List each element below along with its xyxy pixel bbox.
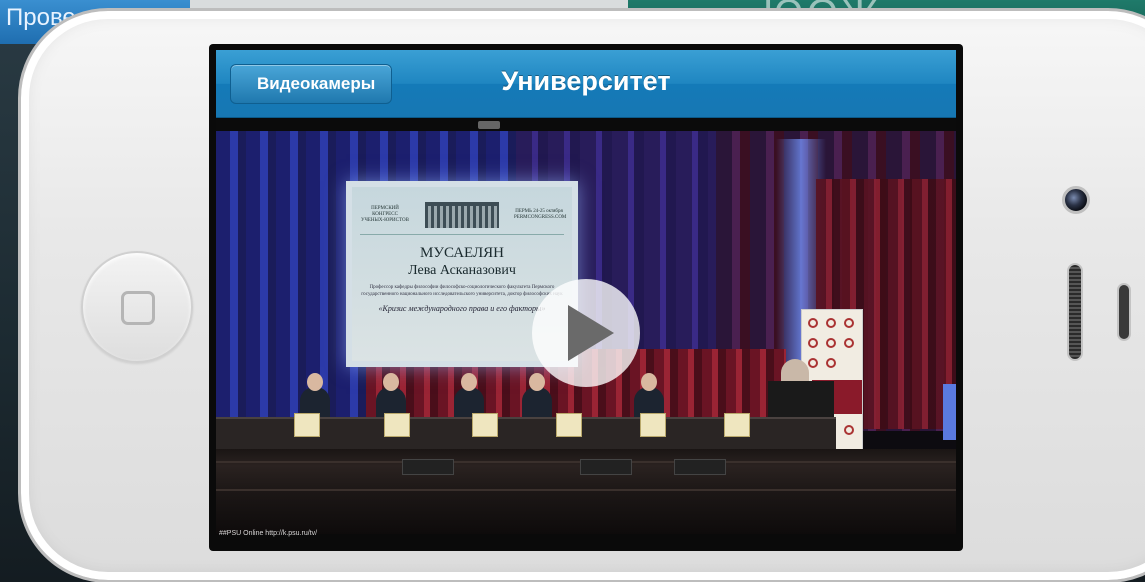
slide-org-right: ПЕРМЬ 24-25 октября PERMCONGRESS.COM [514,208,567,220]
video-caption: ##PSU Online http://k.psu.ru/tv/ [219,530,318,537]
emblem-icon [826,318,836,328]
emblem-icon [826,358,836,368]
proximity-sensor-icon [1117,283,1131,341]
earpiece-speaker-icon [1067,263,1083,361]
side-light [943,384,956,440]
phone-screen: Видеокамеры Университет ПЕРМСКИЙ КОНГРЕС… [209,44,963,551]
slide-given-name: Лева Асканазович [408,263,516,279]
navigation-bar: Видеокамеры Университет [216,50,956,118]
name-card [556,413,582,437]
name-card [640,413,666,437]
building-icon [425,201,499,228]
slide-surname: МУСАЕЛЯН [419,245,505,261]
emblem-icon [808,358,818,368]
name-card [724,413,750,437]
emblem-icon [844,338,854,348]
video-top-strip [216,119,956,131]
name-card [384,413,410,437]
stage-monitor [580,459,632,475]
name-card [472,413,498,437]
slide-topic: «Кризис международного права и его факто… [378,304,546,314]
home-button-icon [121,291,155,325]
back-button-label: Видеокамеры [257,74,376,93]
play-icon [568,305,614,361]
emblem-icon [844,318,854,328]
emblem-icon [808,318,818,328]
panelist-figure [522,373,552,421]
emblem-icon [826,338,836,348]
home-button[interactable] [81,251,193,363]
slide-description: Профессор кафедры философии философско-с… [361,285,563,297]
play-button[interactable] [532,279,640,387]
name-card [294,413,320,437]
stage-monitor [402,459,454,475]
stage-camera-icon [478,121,500,129]
emblem-icon [844,425,854,435]
emblem-icon [808,338,818,348]
stage-monitor [674,459,726,475]
video-player[interactable]: ПЕРМСКИЙ КОНГРЕСС УЧЕНЫХ-ЮРИСТОВ ПЕРМЬ 2… [216,119,956,534]
front-camera-icon [1062,186,1090,214]
slide-org-left: ПЕРМСКИЙ КОНГРЕСС УЧЕНЫХ-ЮРИСТОВ [361,205,409,223]
